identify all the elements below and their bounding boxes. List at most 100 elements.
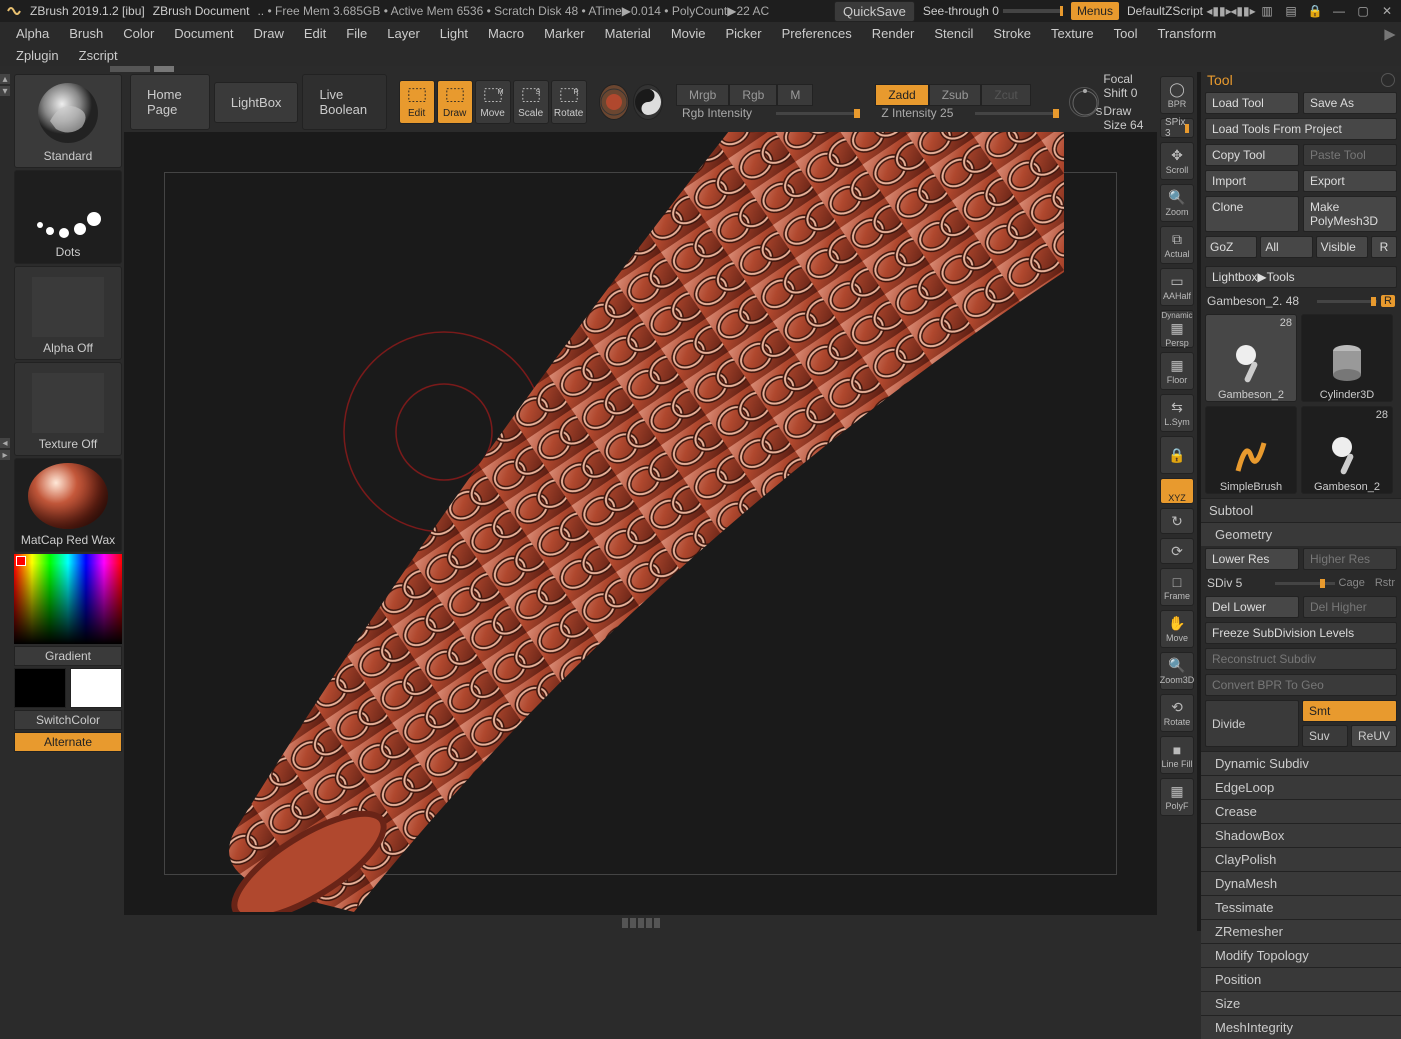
- minimize-icon[interactable]: —: [1331, 3, 1347, 19]
- rgb-mode-button[interactable]: Rgb: [729, 84, 777, 106]
- floor-button[interactable]: ▦Floor: [1160, 352, 1194, 390]
- linefill-button[interactable]: ■Line Fill: [1160, 736, 1194, 774]
- menu-stencil[interactable]: Stencil: [926, 24, 981, 43]
- load-tools-project-button[interactable]: Load Tools From Project: [1205, 118, 1397, 140]
- export-button[interactable]: Export: [1303, 170, 1397, 192]
- layout-icon-1[interactable]: ▥: [1259, 3, 1275, 19]
- maximize-icon[interactable]: ▢: [1355, 3, 1371, 19]
- tool-slider[interactable]: Gambeson_2. 48 R: [1201, 292, 1401, 310]
- mrgb-mode-button[interactable]: Mrgb: [676, 84, 729, 106]
- suv-button[interactable]: Suv: [1302, 725, 1348, 747]
- del-lower-button[interactable]: Del Lower: [1205, 596, 1299, 618]
- menu-marker[interactable]: Marker: [536, 24, 592, 43]
- divide-button[interactable]: Divide: [1205, 700, 1299, 747]
- sdiv-rstr[interactable]: Rstr: [1375, 577, 1395, 589]
- menu-document[interactable]: Document: [166, 24, 241, 43]
- zintensity-slider[interactable]: [975, 112, 1055, 115]
- tool-reset-icon[interactable]: [1381, 73, 1395, 87]
- zadd-mode-button[interactable]: Zadd: [875, 84, 928, 106]
- tool-thumb-2[interactable]: SimpleBrush: [1205, 406, 1297, 494]
- subpalette-tessimate[interactable]: Tessimate: [1201, 895, 1401, 919]
- focal-shift-dial[interactable]: S: [1069, 87, 1099, 117]
- persp-button[interactable]: Dynamic▦Persp: [1160, 310, 1194, 348]
- load-tool-button[interactable]: Load Tool: [1205, 92, 1299, 114]
- close-icon[interactable]: ✕: [1379, 3, 1395, 19]
- sdiv-cage[interactable]: Cage: [1339, 577, 1365, 589]
- rotate-button[interactable]: ⟲Rotate: [1160, 694, 1194, 732]
- switchcolor-button[interactable]: SwitchColor: [14, 710, 122, 730]
- quicksave-button[interactable]: QuickSave: [834, 1, 915, 22]
- material-thumbnail[interactable]: MatCap Red Wax: [14, 458, 122, 552]
- rotate-mode-button[interactable]: RRotate: [551, 80, 587, 124]
- swatch-secondary[interactable]: [70, 668, 122, 708]
- goz-visible-button[interactable]: Visible: [1316, 236, 1368, 258]
- texture-thumbnail[interactable]: Texture Off: [14, 362, 122, 456]
- menu-preferences[interactable]: Preferences: [774, 24, 860, 43]
- sdiv-slider[interactable]: SDiv 5 Cage Rstr: [1201, 574, 1401, 592]
- dock-icon-2[interactable]: ◂▮▮▸: [1235, 3, 1251, 19]
- subpalette-dynamesh[interactable]: DynaMesh: [1201, 871, 1401, 895]
- xyz-button[interactable]: XYZ: [1160, 478, 1194, 504]
- zsub-mode-button[interactable]: Zsub: [929, 84, 982, 106]
- menu-render[interactable]: Render: [864, 24, 923, 43]
- tool-slider-r[interactable]: R: [1381, 295, 1395, 307]
- canvas-footer-handle[interactable]: [124, 915, 1157, 931]
- subpalette-dynamic-subdiv[interactable]: Dynamic Subdiv: [1201, 751, 1401, 775]
- draw-size-label[interactable]: Draw Size 64: [1103, 104, 1151, 132]
- copy-tool-button[interactable]: Copy Tool: [1205, 144, 1299, 166]
- layout-icon-2[interactable]: ▤: [1283, 3, 1299, 19]
- m-mode-button[interactable]: M: [777, 84, 813, 106]
- save-as-button[interactable]: Save As: [1303, 92, 1397, 114]
- subpalette-size[interactable]: Size: [1201, 991, 1401, 1015]
- brush-thumbnail[interactable]: Standard: [14, 74, 122, 168]
- brush-yinyang2-icon[interactable]: [633, 84, 663, 120]
- rot1-button[interactable]: ↻: [1160, 508, 1194, 534]
- lightbox-tools-button[interactable]: Lightbox▶Tools: [1205, 266, 1397, 288]
- tool-thumb-1[interactable]: Cylinder3D: [1301, 314, 1393, 402]
- actual-button[interactable]: ⧉Actual: [1160, 226, 1194, 264]
- menu-brush[interactable]: Brush: [61, 24, 111, 43]
- left-arrow-up-icon[interactable]: ▴: [0, 74, 10, 84]
- default-zscript[interactable]: DefaultZScript: [1127, 4, 1203, 18]
- menu-file[interactable]: File: [338, 24, 375, 43]
- bpr-button[interactable]: ◯BPR: [1160, 76, 1194, 114]
- lower-res-button[interactable]: Lower Res: [1205, 548, 1299, 570]
- gradient-button[interactable]: Gradient: [14, 646, 122, 666]
- movepan-button[interactable]: ✋Move: [1160, 610, 1194, 648]
- dock-icon-1[interactable]: ◂▮▮▸: [1211, 3, 1227, 19]
- menu-picker[interactable]: Picker: [718, 24, 770, 43]
- menu-transform[interactable]: Transform: [1149, 24, 1224, 43]
- menu-stroke[interactable]: Stroke: [985, 24, 1039, 43]
- reuv-button[interactable]: ReUV: [1351, 725, 1397, 747]
- subpalette-meshintegrity[interactable]: MeshIntegrity: [1201, 1015, 1401, 1039]
- viewport-canvas[interactable]: [124, 132, 1157, 915]
- goz-all-button[interactable]: All: [1260, 236, 1312, 258]
- menu-arrow-icon[interactable]: [1383, 28, 1393, 38]
- menu-draw[interactable]: Draw: [246, 24, 292, 43]
- polyf-button[interactable]: ▦PolyF: [1160, 778, 1194, 816]
- subpalette-geometry[interactable]: Geometry: [1201, 522, 1401, 546]
- menus-toggle[interactable]: Menus: [1071, 2, 1119, 20]
- subpalette-position[interactable]: Position: [1201, 967, 1401, 991]
- clone-button[interactable]: Clone: [1205, 196, 1299, 232]
- menu-movie[interactable]: Movie: [663, 24, 714, 43]
- menu-tool[interactable]: Tool: [1106, 24, 1146, 43]
- goz-button[interactable]: GoZ: [1205, 236, 1257, 258]
- make-polymesh-button[interactable]: Make PolyMesh3D: [1303, 196, 1397, 232]
- tool-thumb-0[interactable]: 28Gambeson_2: [1205, 314, 1297, 402]
- import-button[interactable]: Import: [1205, 170, 1299, 192]
- tool-thumb-3[interactable]: 28Gambeson_2: [1301, 406, 1393, 494]
- freeze-subdiv-button[interactable]: Freeze SubDivision Levels: [1205, 622, 1397, 644]
- homepage-button[interactable]: Home Page: [130, 74, 210, 130]
- draw-mode-button[interactable]: Draw: [437, 80, 473, 124]
- menu-alpha[interactable]: Alpha: [8, 24, 57, 43]
- move-mode-button[interactable]: MMove: [475, 80, 511, 124]
- swatch-main[interactable]: [14, 668, 66, 708]
- left-arrow-left-icon[interactable]: ◂: [0, 438, 10, 448]
- menu-macro[interactable]: Macro: [480, 24, 532, 43]
- menu-light[interactable]: Light: [432, 24, 476, 43]
- menu-texture[interactable]: Texture: [1043, 24, 1102, 43]
- scroll-button[interactable]: ✥Scroll: [1160, 142, 1194, 180]
- frame-button[interactable]: □Frame: [1160, 568, 1194, 606]
- focal-shift-label[interactable]: Focal Shift 0: [1103, 72, 1151, 100]
